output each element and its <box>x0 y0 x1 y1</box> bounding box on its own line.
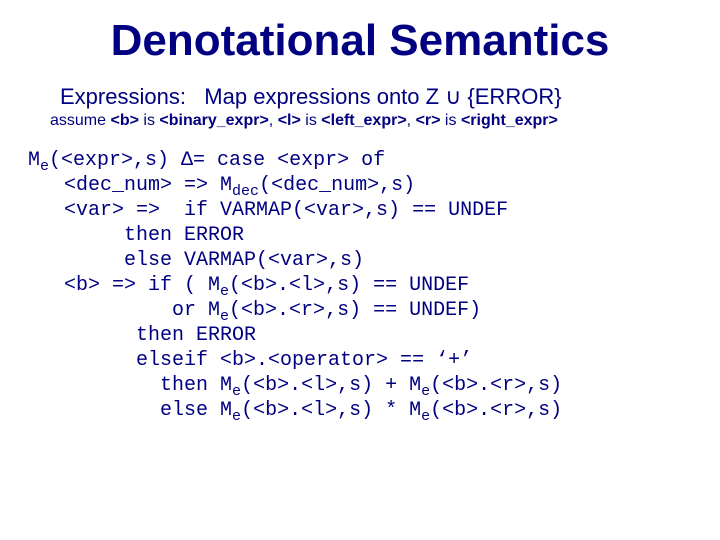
line11b: (<b>.<l>,s) * M <box>241 399 421 422</box>
line10a: then M <box>28 374 232 397</box>
expressions-line: Expressions: Map expressions onto Z ∪ {E… <box>60 84 700 110</box>
assume-rexpr: <right_expr> <box>461 112 558 129</box>
line2b: (<dec_num>,s) <box>259 174 415 197</box>
sub-e-1: e <box>40 158 49 175</box>
line5: else VARMAP(<var>,s) <box>28 249 364 272</box>
slide-title: Denotational Semantics <box>20 16 700 66</box>
line8: then ERROR <box>28 324 256 347</box>
assume-is1: is <box>139 112 159 129</box>
line1a: M <box>28 149 40 172</box>
sub-dec: dec <box>232 183 259 200</box>
line7b: (<b>.<r>,s) == UNDEF) <box>229 299 481 322</box>
line4: then ERROR <box>28 224 244 247</box>
sub-e-4: e <box>232 383 241 400</box>
assume-is2: is <box>301 112 321 129</box>
assume-b: <b> <box>110 112 138 129</box>
sub-e-3: e <box>220 308 229 325</box>
sub-e-2: e <box>220 283 229 300</box>
line11c: (<b>.<r>,s) <box>430 399 562 422</box>
line7a: or M <box>28 299 220 322</box>
expressions-label: Expressions: <box>60 84 186 109</box>
line6b: (<b>.<l>,s) == UNDEF <box>229 274 469 297</box>
line3: <var> => if VARMAP(<var>,s) == UNDEF <box>28 199 508 222</box>
sub-e-7: e <box>421 408 430 425</box>
sub-e-5: e <box>421 383 430 400</box>
assume-lexpr: <left_expr> <box>321 112 406 129</box>
slide: { "title": "Denotational Semantics", "su… <box>0 0 720 540</box>
line2a: <dec_num> => M <box>28 174 232 197</box>
line10c: (<b>.<r>,s) <box>430 374 562 397</box>
line9: elseif <b>.<operator> == ‘+’ <box>28 349 472 372</box>
line1b: (<expr>,s) Δ= case <expr> of <box>49 149 385 172</box>
definition-body: Me(<expr>,s) Δ= case <expr> of <dec_num>… <box>28 148 700 423</box>
line6a: <b> => if ( M <box>28 274 220 297</box>
assume-binexpr: <binary_expr> <box>159 112 268 129</box>
assume-c1: , <box>269 112 278 129</box>
line10b: (<b>.<l>,s) + M <box>241 374 421 397</box>
assume-line: assume <b> is <binary_expr>, <l> is <lef… <box>50 112 700 130</box>
sub-e-6: e <box>232 408 241 425</box>
line11a: else M <box>28 399 232 422</box>
assume-c2: , <box>407 112 416 129</box>
assume-l: <l> <box>278 112 301 129</box>
assume-r: <r> <box>416 112 441 129</box>
assume-prefix: assume <box>50 112 110 129</box>
expressions-text: Map expressions onto Z ∪ {ERROR} <box>204 84 561 109</box>
assume-is3: is <box>440 112 460 129</box>
